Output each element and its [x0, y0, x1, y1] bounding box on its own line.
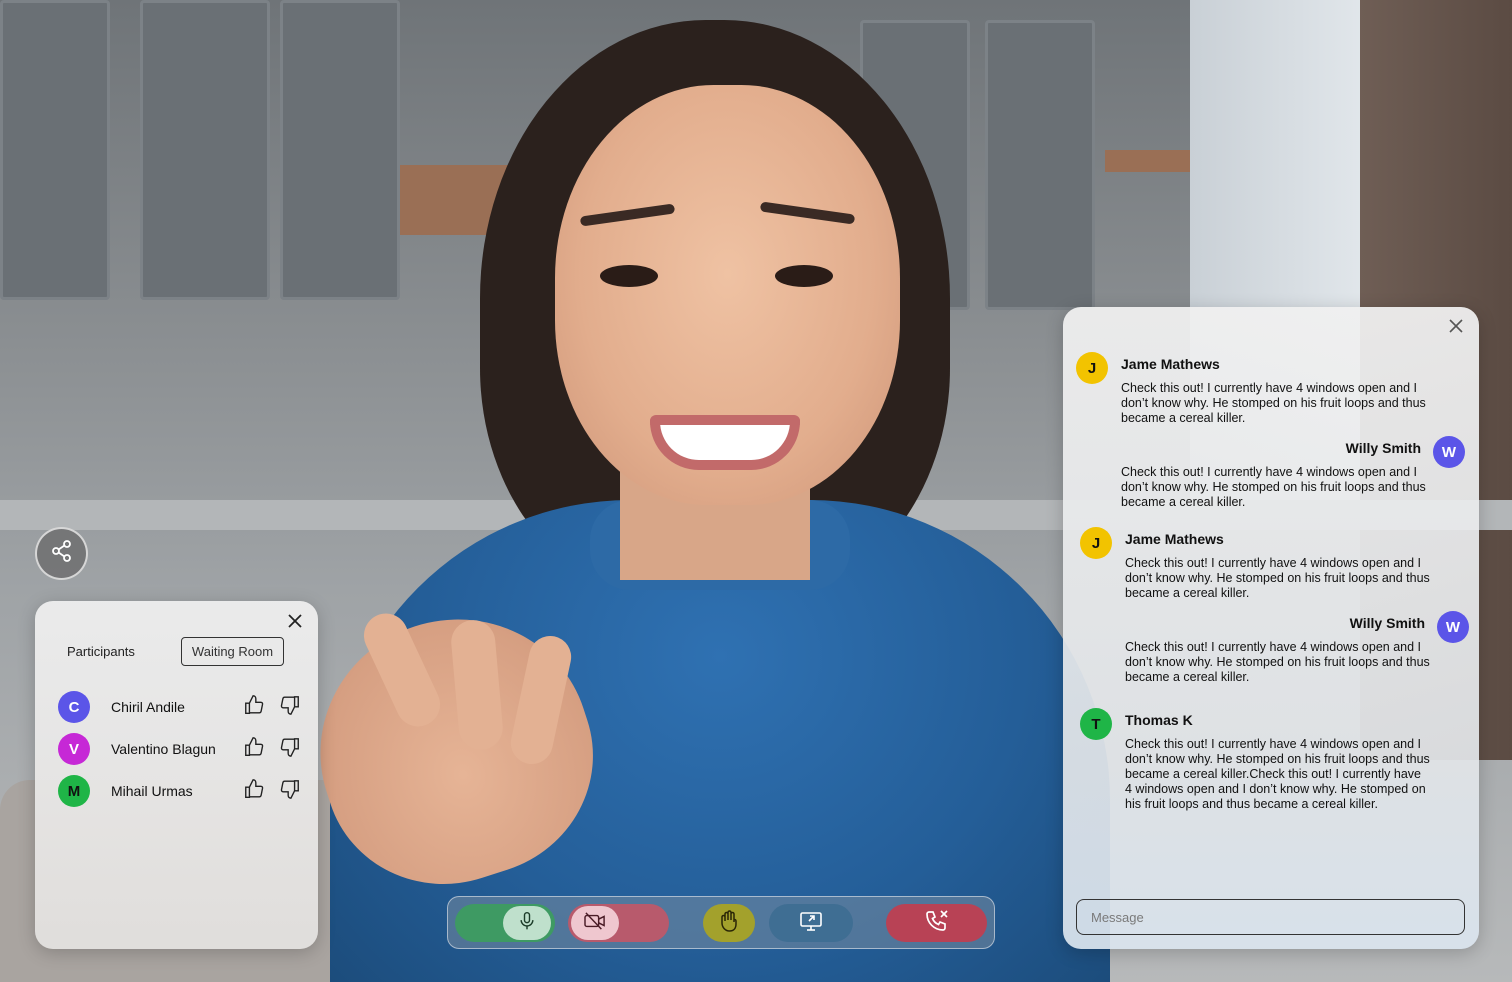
avatar: C [58, 691, 90, 723]
background-shelf [1105, 150, 1190, 172]
avatar: V [58, 733, 90, 765]
share-button[interactable] [35, 527, 88, 580]
camera-toggle-knob [571, 906, 619, 940]
approve-button[interactable] [241, 736, 267, 762]
close-icon [287, 613, 303, 634]
screen-share-button[interactable] [769, 904, 853, 942]
close-participants-button[interactable] [285, 613, 305, 633]
message-text: Check this out! I currently have 4 windo… [1121, 465, 1426, 509]
participant-name: Chiril Andile [111, 699, 185, 715]
approve-button[interactable] [241, 778, 267, 804]
participant-row: V Valentino Blagun [58, 728, 303, 770]
call-control-bar [447, 896, 995, 949]
close-icon [1448, 318, 1464, 339]
person-eye [775, 265, 833, 287]
participant-name: Mihail Urmas [111, 783, 193, 799]
participant-row: M Mihail Urmas [58, 770, 303, 812]
raise-hand-button[interactable] [703, 904, 755, 942]
participants-tabs: Participants Waiting Room [57, 637, 285, 666]
background-cabinet [0, 0, 110, 300]
message-input[interactable] [1076, 899, 1465, 935]
participant-name: Valentino Blagun [111, 741, 216, 757]
avatar: W [1437, 611, 1469, 643]
message-sender: Jame Mathews [1125, 531, 1224, 547]
avatar: T [1080, 708, 1112, 740]
thumbs-down-icon [279, 736, 301, 763]
chat-panel: J Jame Mathews Check this out! I current… [1063, 307, 1479, 949]
mic-toggle-knob [503, 906, 551, 940]
message-sender: Jame Mathews [1121, 356, 1220, 372]
tab-participants[interactable]: Participants [57, 638, 145, 665]
approve-button[interactable] [241, 694, 267, 720]
avatar: J [1076, 352, 1108, 384]
close-chat-button[interactable] [1446, 318, 1466, 338]
avatar: J [1080, 527, 1112, 559]
background-cabinet [985, 20, 1095, 310]
participant-row: C Chiril Andile [58, 686, 303, 728]
background-cabinet [140, 0, 270, 300]
message-sender: Willy Smith [1345, 440, 1421, 456]
person-mouth [650, 415, 800, 470]
camera-toggle-button[interactable] [568, 904, 669, 942]
thumbs-up-icon [243, 736, 265, 763]
tab-waiting-room[interactable]: Waiting Room [180, 637, 285, 666]
message-text: Check this out! I currently have 4 windo… [1121, 381, 1426, 425]
reject-button[interactable] [277, 778, 303, 804]
reject-button[interactable] [277, 736, 303, 762]
camera-off-icon [583, 911, 607, 936]
thumbs-up-icon [243, 694, 265, 721]
avatar: W [1433, 436, 1465, 468]
participant-list: C Chiril Andile V Valentino Blagun M Mih… [58, 686, 303, 812]
share-icon [50, 539, 74, 568]
participants-panel: Participants Waiting Room C Chiril Andil… [35, 601, 318, 949]
message-text: Check this out! I currently have 4 windo… [1125, 556, 1430, 600]
end-call-button[interactable] [886, 904, 987, 942]
person-eye [600, 265, 658, 287]
thumbs-down-icon [279, 694, 301, 721]
message-text: Check this out! I currently have 4 windo… [1125, 737, 1430, 811]
message-text: Check this out! I currently have 4 windo… [1125, 640, 1430, 684]
avatar: M [58, 775, 90, 807]
thumbs-up-icon [243, 778, 265, 805]
raise-hand-icon [717, 909, 741, 938]
reject-button[interactable] [277, 694, 303, 720]
background-cabinet [280, 0, 400, 300]
screen-share-icon [799, 910, 823, 937]
thumbs-down-icon [279, 778, 301, 805]
microphone-icon [517, 910, 537, 937]
message-sender: Willy Smith [1349, 615, 1425, 631]
end-call-icon [924, 909, 950, 938]
mic-toggle-button[interactable] [455, 904, 555, 942]
message-sender: Thomas K [1125, 712, 1193, 728]
